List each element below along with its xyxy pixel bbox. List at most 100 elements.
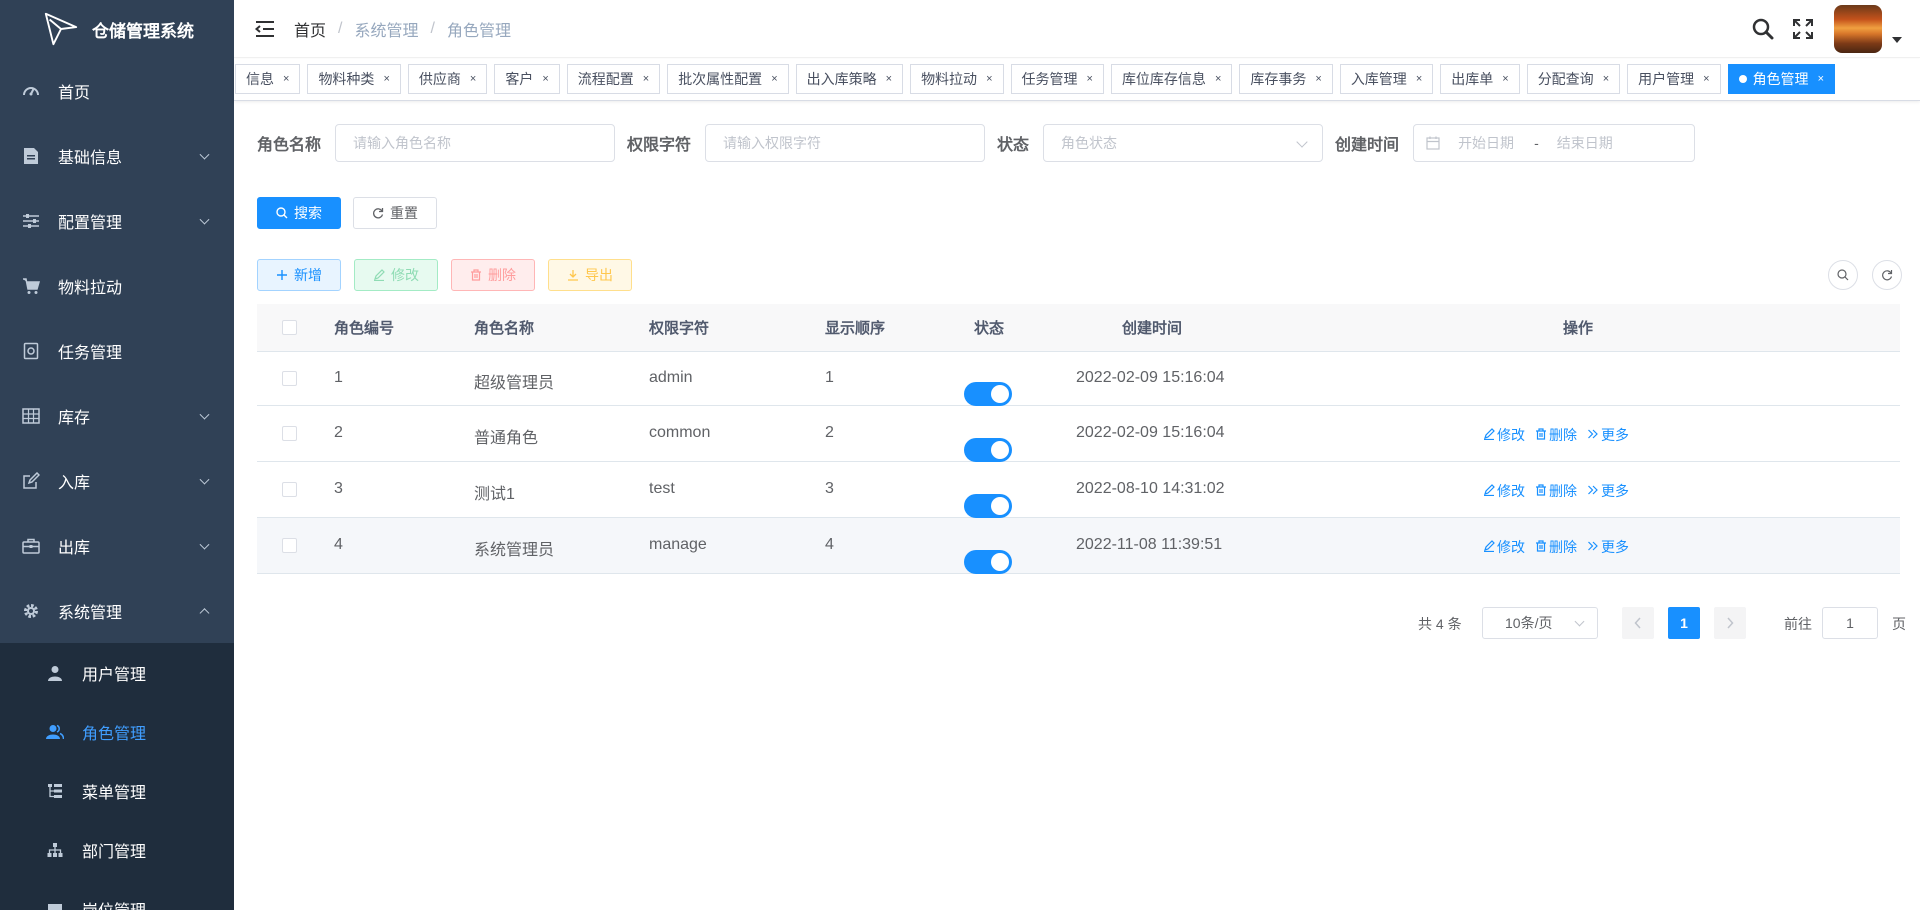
hamburger-icon[interactable]	[254, 18, 276, 40]
breadcrumb-home[interactable]: 首页	[294, 17, 326, 41]
page-number-button[interactable]: 1	[1668, 607, 1700, 639]
sidebar-item-user-mgmt[interactable]: 用户管理	[0, 643, 234, 702]
close-icon[interactable]: ×	[470, 73, 476, 85]
close-icon[interactable]: ×	[1087, 73, 1093, 85]
close-icon[interactable]: ×	[643, 73, 649, 85]
logo[interactable]: 仓储管理系统	[0, 0, 234, 58]
tab-tag[interactable]: 信息 ×	[235, 64, 301, 94]
close-icon[interactable]: ×	[383, 73, 389, 85]
row-edit-link[interactable]: 修改	[1483, 537, 1525, 557]
tab-tag[interactable]: 流程配置 ×	[566, 64, 661, 94]
sidebar-item-dept-mgmt[interactable]: 部门管理	[0, 820, 234, 879]
chevron-down-icon	[1574, 616, 1585, 627]
next-page-button[interactable]	[1714, 607, 1746, 639]
row-more-link[interactable]: 更多	[1587, 425, 1629, 445]
sidebar-item-task[interactable]: 任务管理	[0, 318, 234, 383]
close-icon[interactable]: ×	[542, 73, 548, 85]
status-switch[interactable]	[964, 381, 1012, 406]
tab-tag[interactable]: 角色管理 ×	[1727, 64, 1835, 94]
page-size-select[interactable]: 10条/页	[1482, 607, 1598, 639]
row-delete-link[interactable]: 删除	[1535, 481, 1577, 501]
sidebar-item-inbound[interactable]: 入库	[0, 448, 234, 513]
sidebar-item-outbound[interactable]: 出库	[0, 513, 234, 578]
export-button[interactable]: 导出	[548, 259, 632, 291]
delete-button[interactable]: 删除	[451, 259, 535, 291]
caret-down-icon[interactable]	[1892, 37, 1902, 43]
close-icon[interactable]: ×	[986, 73, 992, 85]
tab-tag[interactable]: 出入库策略 ×	[795, 64, 904, 94]
select-all-checkbox[interactable]	[282, 320, 297, 335]
row-checkbox[interactable]	[282, 371, 297, 386]
sidebar-item-inventory[interactable]: 库存	[0, 383, 234, 448]
sidebar-item-config[interactable]: 配置管理	[0, 188, 234, 253]
tab-tag[interactable]: 物料拉动 ×	[910, 64, 1004, 94]
close-icon[interactable]: ×	[1818, 73, 1824, 85]
sidebar-item-basic-info[interactable]: 基础信息	[0, 123, 234, 188]
tab-tag[interactable]: 入库管理 ×	[1339, 64, 1434, 94]
sidebar-item-menu-mgmt[interactable]: 菜单管理	[0, 761, 234, 820]
close-icon[interactable]: ×	[1603, 73, 1609, 85]
perm-input[interactable]: 请输入权限字符	[705, 124, 986, 162]
search-icon[interactable]	[1750, 16, 1776, 42]
reset-button[interactable]: 重置	[353, 197, 437, 229]
status-switch[interactable]	[964, 493, 1012, 518]
tab-tag[interactable]: 客户 ×	[494, 64, 560, 94]
avatar[interactable]	[1834, 5, 1882, 53]
sidebar-item-material-pull[interactable]: 物料拉动	[0, 253, 234, 318]
sidebar-item-role-mgmt[interactable]: 角色管理	[0, 702, 234, 761]
status-select[interactable]: 角色状态	[1043, 124, 1324, 162]
tab-tag[interactable]: 库存事务 ×	[1239, 64, 1333, 94]
close-icon[interactable]: ×	[1502, 73, 1508, 85]
cell-created: 2022-02-09 15:16:04	[1076, 424, 1225, 441]
close-icon[interactable]: ×	[1416, 73, 1422, 85]
range-separator: -	[1534, 135, 1539, 151]
row-checkbox[interactable]	[282, 538, 297, 553]
prev-page-button[interactable]	[1622, 607, 1654, 639]
tab-tag[interactable]: 用户管理 ×	[1627, 64, 1721, 94]
status-switch[interactable]	[964, 549, 1012, 574]
close-icon[interactable]: ×	[1215, 73, 1221, 85]
row-delete-link[interactable]: 删除	[1535, 537, 1577, 557]
edit-button[interactable]: 修改	[354, 259, 438, 291]
status-placeholder: 角色状态	[1061, 135, 1118, 151]
row-edit-link[interactable]: 修改	[1483, 481, 1525, 501]
sidebar-item-post-mgmt[interactable]: 岗位管理	[0, 879, 234, 910]
refresh-table-button[interactable]	[1872, 260, 1902, 290]
row-more-link[interactable]: 更多	[1587, 537, 1629, 557]
close-icon[interactable]: ×	[1703, 73, 1709, 85]
table-row[interactable]: 4 系统管理员 manage 4 2022-11-08 11:39:51 修改 删除 更多	[257, 518, 1900, 574]
toggle-search-button[interactable]	[1828, 260, 1858, 290]
cell-role-name: 测试1	[474, 486, 515, 503]
sidebar-item-home[interactable]: 首页	[0, 58, 234, 123]
row-edit-link[interactable]: 修改	[1483, 425, 1525, 445]
table-row[interactable]: 1 超级管理员 admin 1 2022-02-09 15:16:04	[257, 352, 1900, 406]
tab-tag[interactable]: 库位库存信息 ×	[1110, 64, 1233, 94]
close-icon[interactable]: ×	[1315, 73, 1321, 85]
tag-label: 出库单	[1451, 71, 1494, 87]
date-range-picker[interactable]: 开始日期 - 结束日期	[1413, 124, 1696, 162]
row-checkbox[interactable]	[282, 426, 297, 441]
tab-tag[interactable]: 物料种类 ×	[307, 64, 401, 94]
close-icon[interactable]: ×	[283, 73, 289, 85]
sidebar-item-system[interactable]: 系统管理	[0, 578, 234, 643]
tab-tag[interactable]: 供应商 ×	[407, 64, 488, 94]
search-button[interactable]: 搜索	[257, 197, 341, 229]
row-more-link[interactable]: 更多	[1587, 481, 1629, 501]
tab-tag[interactable]: 任务管理 ×	[1010, 64, 1104, 94]
add-button[interactable]: 新增	[257, 259, 341, 291]
row-delete-link[interactable]: 删除	[1535, 425, 1577, 445]
tab-tag[interactable]: 批次属性配置 ×	[667, 64, 789, 94]
close-icon[interactable]: ×	[771, 73, 777, 85]
status-switch[interactable]	[964, 437, 1012, 462]
table-row[interactable]: 3 测试1 test 3 2022-08-10 14:31:02 修改 删除 更多	[257, 462, 1900, 518]
goto-page-input[interactable]: 1	[1822, 607, 1878, 639]
table-row[interactable]: 2 普通角色 common 2 2022-02-09 15:16:04 修改 删除 更多	[257, 406, 1900, 462]
tab-tag[interactable]: 出库单 ×	[1440, 64, 1520, 94]
row-checkbox[interactable]	[282, 482, 297, 497]
close-icon[interactable]: ×	[886, 73, 892, 85]
tab-tag[interactable]: 分配查询 ×	[1526, 64, 1621, 94]
role-name-input[interactable]: 请输入角色名称	[335, 124, 616, 162]
edit-button-label: 修改	[391, 267, 419, 283]
gear-icon	[22, 602, 40, 620]
fullscreen-icon[interactable]	[1790, 16, 1816, 42]
